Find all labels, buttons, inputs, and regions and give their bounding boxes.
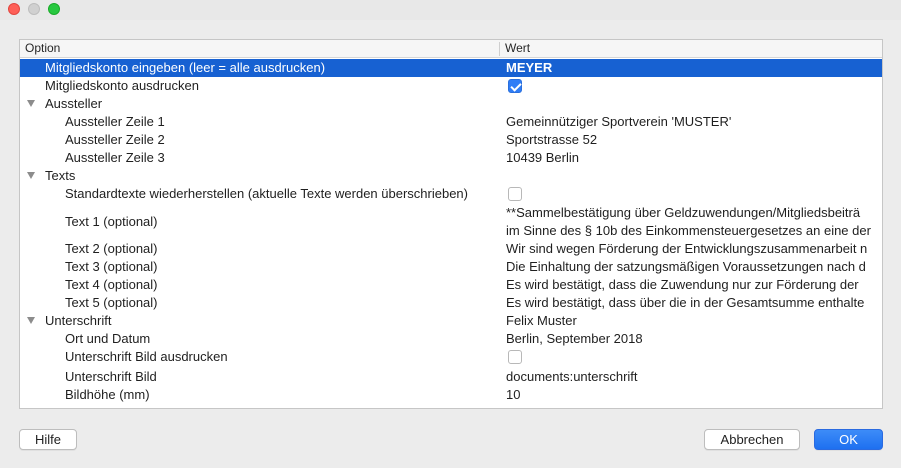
option-label: Bildhöhe (mm) [65,387,150,402]
minimize-window-icon[interactable] [28,3,40,15]
option-label: Unterschrift Bild [65,369,157,384]
value-cell[interactable]: Gemeinnütziger Sportverein 'MUSTER' [506,113,882,131]
table-row[interactable]: Text 5 (optional) Es wird bestätigt, das… [20,294,882,312]
value-cell[interactable]: documents:unterschrift [506,368,882,386]
table-row[interactable]: Aussteller Zeile 1 Gemeinnütziger Sportv… [20,113,882,131]
option-label: Mitgliedskonto ausdrucken [45,78,199,93]
table-row[interactable]: Mitgliedskonto ausdrucken [20,77,882,95]
option-label: Text 2 (optional) [65,241,158,256]
value-cell[interactable]: Es wird bestätigt, dass die Zuwendung nu… [506,276,882,294]
close-window-icon[interactable] [8,3,20,15]
column-divider[interactable] [499,42,500,56]
value-cell[interactable]: Die Einhaltung der satzungsmäßigen Vorau… [506,258,882,276]
table-row[interactable]: Aussteller Zeile 2 Sportstrasse 52 [20,131,882,149]
option-label: Text 3 (optional) [65,259,158,274]
group-label: Unterschrift [45,313,112,328]
window-titlebar [0,0,901,20]
group-row-aussteller[interactable]: Aussteller [20,95,882,113]
table-row[interactable]: Bildhöhe (mm) 10 [20,386,882,404]
option-label: Text 5 (optional) [65,295,158,310]
option-label: Unterschrift Bild ausdrucken [65,349,228,364]
option-label: Aussteller Zeile 2 [65,132,165,147]
table-row[interactable]: Text 2 (optional) Wir sind wegen Förderu… [20,240,882,258]
table-row[interactable]: Ort und Datum Berlin, September 2018 [20,330,882,348]
value-cell[interactable]: Wir sind wegen Förderung der Entwicklung… [506,240,882,258]
group-label: Texts [45,168,76,183]
value-line-1: **Sammelbestätigung über Geldzuwendungen… [506,205,861,220]
table-row[interactable]: Unterschrift Bild documents:unterschrift [20,368,882,386]
group-label: Aussteller [45,96,103,111]
group-row-unterschrift[interactable]: Unterschrift Felix Muster [20,312,882,330]
help-button[interactable]: Hilfe [19,429,77,450]
value-cell[interactable]: Berlin, September 2018 [506,330,882,348]
disclosure-triangle-icon[interactable] [27,100,35,107]
table-row[interactable]: Standardtexte wiederherstellen (aktuelle… [20,185,882,203]
value-line-2: im Sinne des § 10b des Einkommensteuerge… [506,223,871,238]
value-checkbox[interactable] [508,187,522,201]
option-label: Aussteller Zeile 3 [65,150,165,165]
value-input[interactable]: MEYER [506,59,882,77]
option-label: Aussteller Zeile 1 [65,114,165,129]
value-cell[interactable]: Sportstrasse 52 [506,131,882,149]
option-label: Standardtexte wiederherstellen (aktuelle… [65,186,468,201]
table-row[interactable]: Text 4 (optional) Es wird bestätigt, das… [20,276,882,294]
table-row[interactable]: Mitgliedskonto eingeben (leer = alle aus… [20,59,882,77]
disclosure-triangle-icon[interactable] [27,172,35,179]
ok-button[interactable]: OK [814,429,883,450]
options-table: Option Wert Mitgliedskonto eingeben (lee… [19,39,883,409]
value-cell[interactable]: **Sammelbestätigung über Geldzuwendungen… [506,204,882,240]
table-row[interactable]: Text 3 (optional) Die Einhaltung der sat… [20,258,882,276]
table-header: Option Wert [20,40,882,58]
column-header-option[interactable]: Option [25,41,60,55]
value-checkbox[interactable] [508,350,522,364]
option-label: Text 4 (optional) [65,277,158,292]
maximize-window-icon[interactable] [48,3,60,15]
value-cell[interactable]: 10 [506,386,882,404]
cancel-button[interactable]: Abbrechen [704,429,800,450]
disclosure-triangle-icon[interactable] [27,317,35,324]
option-label: Ort und Datum [65,331,151,346]
group-row-texts[interactable]: Texts [20,167,882,185]
value-checkbox[interactable] [508,79,522,93]
option-label: Text 1 (optional) [65,214,158,229]
table-row[interactable]: Text 1 (optional) **Sammelbestätigung üb… [20,204,882,240]
value-cell[interactable]: Felix Muster [506,312,882,330]
table-row[interactable]: Aussteller Zeile 3 10439 Berlin [20,149,882,167]
column-header-value[interactable]: Wert [505,41,530,55]
value-cell[interactable]: Es wird bestätigt, dass über die in der … [506,294,882,312]
option-label: Mitgliedskonto eingeben (leer = alle aus… [45,60,326,75]
value-cell[interactable]: 10439 Berlin [506,149,882,167]
table-row[interactable]: Unterschrift Bild ausdrucken [20,348,882,366]
